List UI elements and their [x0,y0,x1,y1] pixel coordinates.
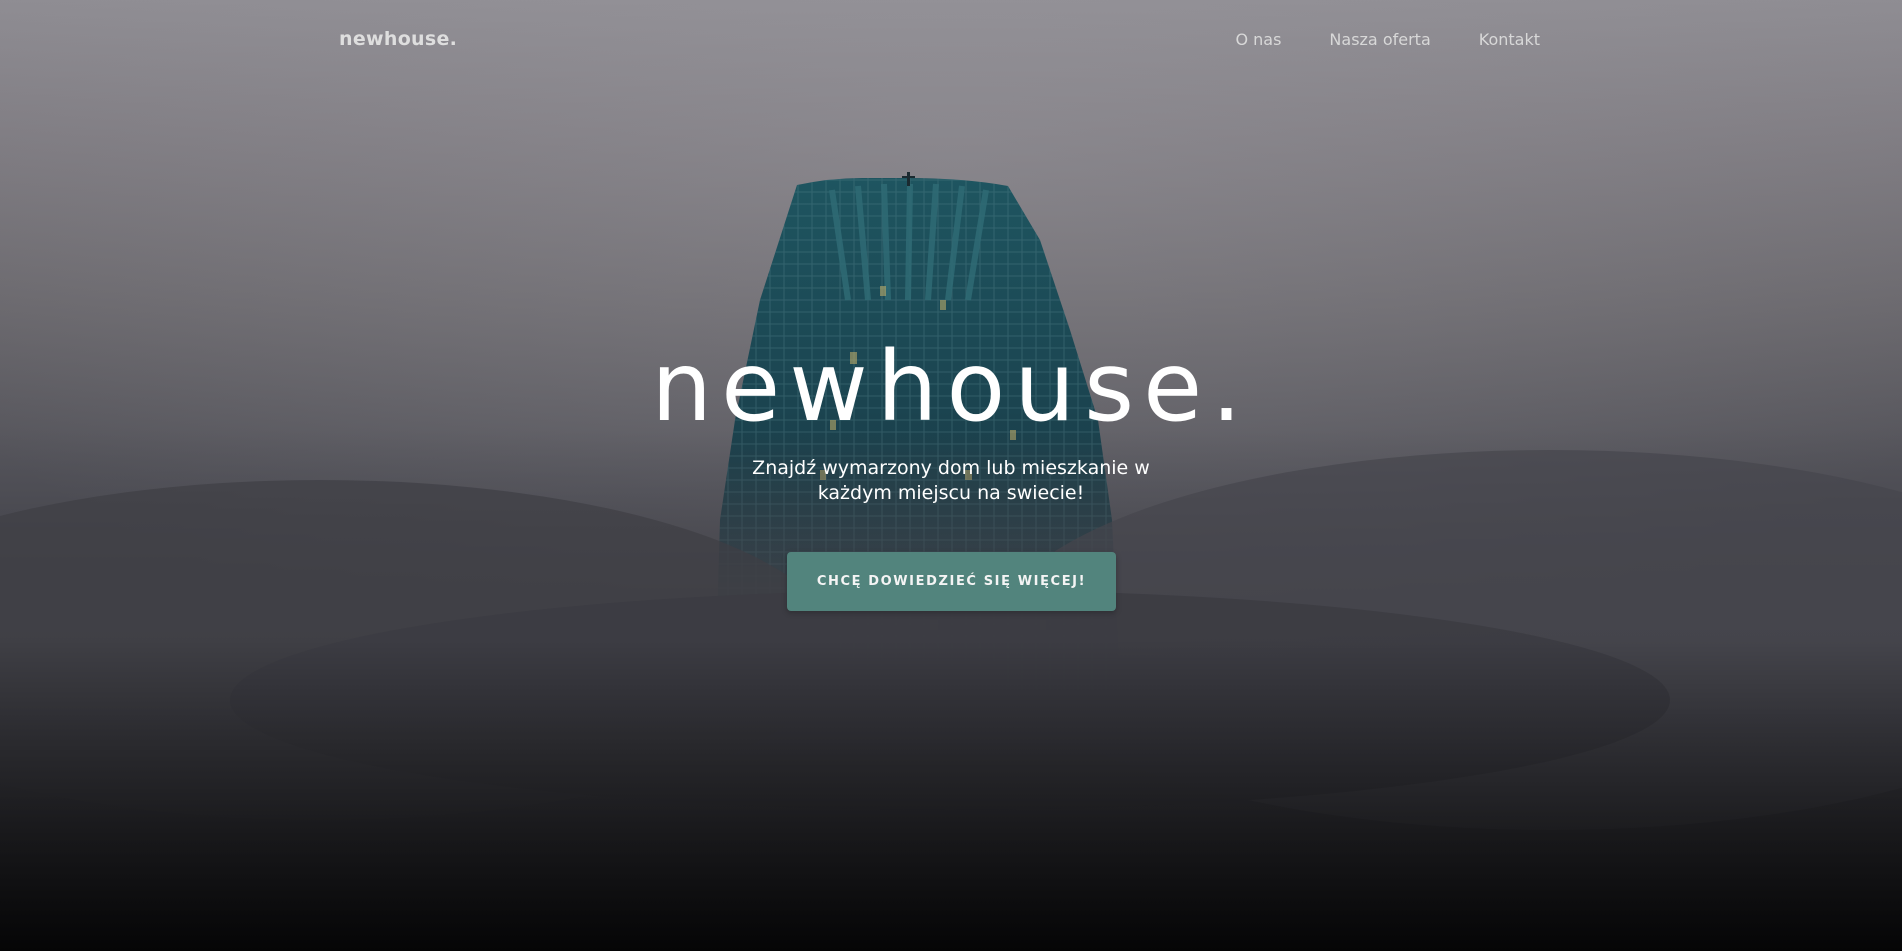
nav-item-o-nas: O nas [1235,30,1281,49]
nav-links: O nas Nasza oferta Kontakt [1235,30,1540,49]
top-navbar: newhouse. O nas Nasza oferta Kontakt [0,0,1902,80]
hero-subtitle: Znajdź wymarzony dom lub mieszkanie w ka… [752,457,1150,504]
hero-section: newhouse. O nas Nasza oferta Kontakt new… [0,0,1902,951]
nav-link-o-nas[interactable]: O nas [1235,30,1281,49]
nav-item-kontakt: Kontakt [1479,30,1540,49]
brand-logo-link[interactable]: newhouse. [339,28,457,50]
nav-link-kontakt[interactable]: Kontakt [1479,30,1540,49]
hero-title: newhouse. [651,331,1251,443]
nav-link-nasza-oferta[interactable]: Nasza oferta [1329,30,1430,49]
nav-item-nasza-oferta: Nasza oferta [1329,30,1430,49]
learn-more-button[interactable]: CHCĘ DOWIEDZIEĆ SIĘ WIĘCEJ! [787,552,1116,611]
